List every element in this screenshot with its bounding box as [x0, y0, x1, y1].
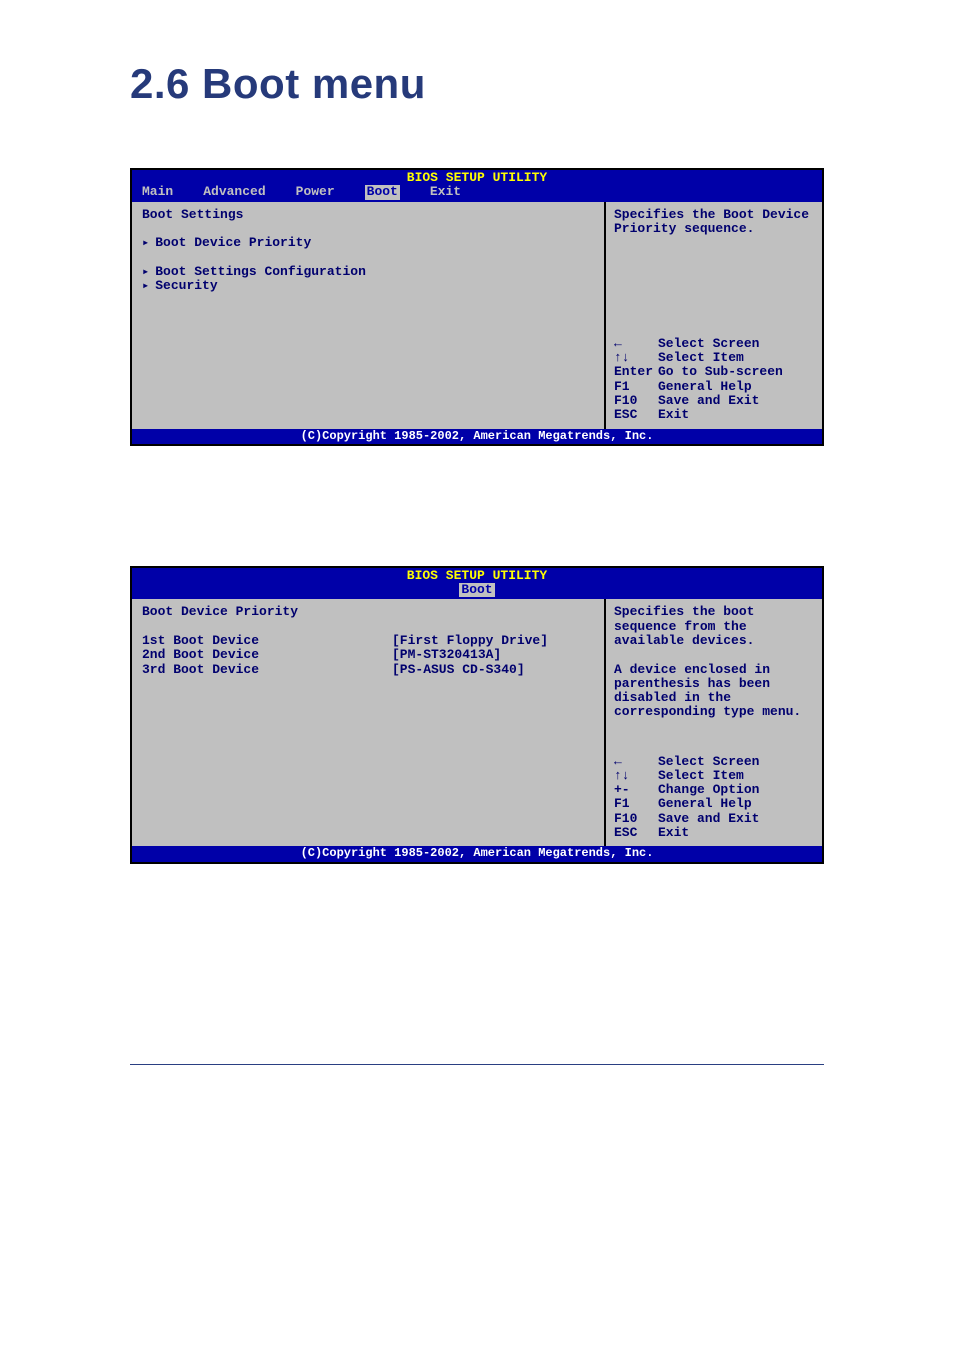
boot-value-3: [PS-ASUS CD-S340] [392, 663, 525, 677]
section-header: Boot Device Priority [142, 605, 594, 619]
boot-row-1[interactable]: 1st Boot Device [First Floppy Drive] [142, 634, 594, 648]
tab-exit[interactable]: Exit [430, 185, 461, 199]
key-updown-icon: ↑↓ [614, 769, 658, 783]
key-f10-icon: F10 [614, 812, 658, 826]
bios-screen-boot-device-priority: BIOS SETUP UTILITY Boot Boot Device Prio… [130, 566, 824, 864]
tab-advanced[interactable]: Advanced [203, 185, 265, 199]
bios-menu-tabs: Main Advanced Power Boot Exit [132, 185, 822, 201]
boot-value-2: [PM-ST320413A] [392, 648, 501, 662]
help-text: Specifies the Boot Device Priority seque… [614, 208, 814, 237]
key-enter-label: Go to Sub-screen [658, 365, 783, 379]
bios-left-panel: Boot Device Priority 1st Boot Device [Fi… [132, 599, 606, 846]
tab-boot[interactable]: Boot [365, 185, 400, 199]
key-f1-icon: F1 [614, 380, 658, 394]
boot-label-3: 3rd Boot Device [142, 663, 392, 677]
key-left-icon: ← [614, 337, 658, 351]
tab-power[interactable]: Power [296, 185, 335, 199]
bios-help-panel: Specifies the boot sequence from the ava… [606, 599, 822, 846]
key-left-icon: ← [614, 755, 658, 769]
key-updown-icon: ↑↓ [614, 351, 658, 365]
boot-value-1: [First Floppy Drive] [392, 634, 548, 648]
key-esc-label: Exit [658, 408, 689, 422]
help-text-mid: A device enclosed in parenthesis has bee… [614, 663, 814, 720]
menu-item-boot-device-priority[interactable]: Boot Device Priority [142, 236, 594, 250]
bios-menu-tabs: Boot [132, 583, 822, 599]
key-updown-label: Select Item [658, 351, 744, 365]
boot-label-2: 2nd Boot Device [142, 648, 392, 662]
bios-header: BIOS SETUP UTILITY Boot [132, 568, 822, 600]
bios-left-panel: Boot Settings Boot Device Priority Boot … [132, 202, 606, 429]
bios-title: BIOS SETUP UTILITY [132, 569, 822, 583]
key-plusminus-label: Change Option [658, 783, 759, 797]
page-heading: 2.6 Boot menu [130, 60, 824, 108]
boot-row-3[interactable]: 3rd Boot Device [PS-ASUS CD-S340] [142, 663, 594, 677]
key-esc-label: Exit [658, 826, 689, 840]
key-left-label: Select Screen [658, 755, 759, 769]
section-header: Boot Settings [142, 208, 594, 222]
key-f1-label: General Help [658, 380, 752, 394]
bios-header: BIOS SETUP UTILITY Main Advanced Power B… [132, 170, 822, 202]
key-plusminus-icon: +- [614, 783, 658, 797]
key-f10-icon: F10 [614, 394, 658, 408]
key-esc-icon: ESC [614, 408, 658, 422]
key-f10-label: Save and Exit [658, 812, 759, 826]
key-left-label: Select Screen [658, 337, 759, 351]
help-text-top: Specifies the boot sequence from the ava… [614, 605, 814, 648]
help-keys: ←Select Screen ↑↓Select Item EnterGo to … [614, 337, 814, 423]
menu-item-security[interactable]: Security [142, 279, 594, 293]
bios-screen-boot-settings: BIOS SETUP UTILITY Main Advanced Power B… [130, 168, 824, 446]
tab-main[interactable]: Main [142, 185, 173, 199]
key-esc-icon: ESC [614, 826, 658, 840]
bios-footer: (C)Copyright 1985-2002, American Megatre… [132, 429, 822, 444]
bios-title: BIOS SETUP UTILITY [132, 171, 822, 185]
page-footer-rule [130, 1064, 824, 1065]
key-f1-label: General Help [658, 797, 752, 811]
bios-help-panel: Specifies the Boot Device Priority seque… [606, 202, 822, 429]
boot-row-2[interactable]: 2nd Boot Device [PM-ST320413A] [142, 648, 594, 662]
key-enter-icon: Enter [614, 365, 658, 379]
key-f10-label: Save and Exit [658, 394, 759, 408]
help-keys: ←Select Screen ↑↓Select Item +-Change Op… [614, 755, 814, 841]
key-f1-icon: F1 [614, 797, 658, 811]
tab-boot[interactable]: Boot [459, 583, 494, 597]
key-updown-label: Select Item [658, 769, 744, 783]
menu-item-boot-settings-config[interactable]: Boot Settings Configuration [142, 265, 594, 279]
bios-footer: (C)Copyright 1985-2002, American Megatre… [132, 846, 822, 861]
boot-label-1: 1st Boot Device [142, 634, 392, 648]
